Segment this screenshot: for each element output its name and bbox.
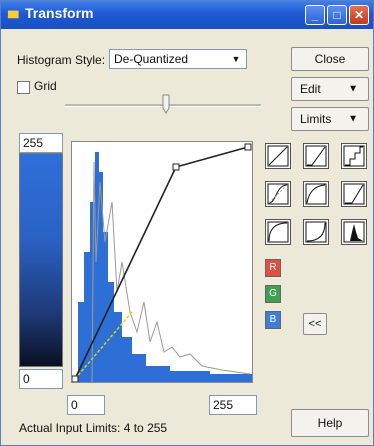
- curve-point-mid[interactable]: [172, 163, 180, 171]
- grid-label: Grid: [34, 79, 57, 93]
- close-button-label: Close: [314, 52, 346, 66]
- app-icon: ▮▮▮: [7, 9, 19, 20]
- collapse-label: <<: [308, 318, 322, 330]
- histogram-style-select[interactable]: De-Quantized ▼: [109, 49, 247, 69]
- curve-point-start[interactable]: [71, 375, 79, 383]
- grid-checkbox[interactable]: [17, 81, 30, 94]
- close-icon: ✕: [353, 8, 365, 22]
- steep-curve-icon: [305, 145, 327, 167]
- channel-blue-button[interactable]: B: [265, 311, 281, 329]
- output-max-value: 255: [23, 136, 44, 150]
- collapse-button[interactable]: <<: [303, 313, 327, 335]
- close-button[interactable]: Close: [291, 47, 369, 71]
- edit-menu-button[interactable]: Edit ▼: [291, 77, 369, 101]
- transform-window: ▮▮▮ Transform _ □ ✕ Histogram Style: De-…: [0, 0, 374, 446]
- curve-steep-button[interactable]: [303, 143, 329, 169]
- gamma-slider-thumb[interactable]: [162, 94, 170, 114]
- exponential-curve-icon: [305, 221, 327, 243]
- minimize-button[interactable]: _: [305, 5, 325, 25]
- curve-exp-button[interactable]: [303, 219, 329, 245]
- help-label: Help: [317, 416, 343, 430]
- histogram-icon: [343, 221, 365, 243]
- curve-offset-button[interactable]: [341, 181, 367, 207]
- curve-posterize-button[interactable]: [341, 143, 367, 169]
- histogram-style-value: De-Quantized: [114, 52, 189, 66]
- minimize-icon: _: [311, 8, 319, 22]
- gamma-curve-icon: [305, 183, 327, 205]
- offset-curve-icon: [343, 183, 365, 205]
- maximize-button[interactable]: □: [327, 5, 347, 25]
- output-min-value: 0: [23, 372, 30, 386]
- maximize-icon: □: [333, 8, 341, 22]
- close-window-button[interactable]: ✕: [349, 5, 369, 25]
- output-gradient-bar: [19, 153, 63, 367]
- curve-gamma-button[interactable]: [303, 181, 329, 207]
- sigmoid-curve-icon: [267, 183, 289, 205]
- input-min-field[interactable]: 0: [67, 395, 105, 415]
- window-title: Transform: [25, 5, 94, 21]
- staircase-curve-icon: [343, 145, 365, 167]
- log-curve-icon: [267, 221, 289, 243]
- output-min-field[interactable]: 0: [19, 369, 63, 389]
- histogram-bars: [78, 152, 252, 382]
- histogram-style-label: Histogram Style:: [17, 53, 106, 67]
- channel-red-label: R: [269, 262, 277, 273]
- dropdown-arrow-icon: ▼: [348, 83, 358, 95]
- channel-green-label: G: [269, 288, 277, 299]
- linear-curve-icon: [267, 145, 289, 167]
- curve-graph[interactable]: [71, 141, 253, 383]
- input-max-value: 255: [213, 398, 234, 412]
- channel-green-button[interactable]: G: [265, 285, 281, 303]
- output-max-field[interactable]: 255: [19, 133, 63, 153]
- limits-menu-button[interactable]: Limits ▼: [291, 107, 369, 131]
- curve-sigmoid-button[interactable]: [265, 181, 291, 207]
- curve-linear-button[interactable]: [265, 143, 291, 169]
- curve-point-end[interactable]: [244, 143, 252, 151]
- status-text: Actual Input Limits: 4 to 255: [19, 421, 168, 435]
- help-button[interactable]: Help: [291, 409, 369, 437]
- channel-red-button[interactable]: R: [265, 259, 281, 277]
- curve-histogram-equalize-button[interactable]: [341, 219, 367, 245]
- chevron-down-icon[interactable]: ▼: [228, 52, 244, 66]
- title-bar[interactable]: ▮▮▮ Transform _ □ ✕: [1, 1, 373, 29]
- histogram-curve-svg: [71, 143, 252, 383]
- channel-blue-label: B: [269, 314, 277, 325]
- input-max-field[interactable]: 255: [209, 395, 257, 415]
- input-min-value: 0: [71, 398, 78, 412]
- dropdown-arrow-icon: ▼: [348, 113, 358, 125]
- curve-log-button[interactable]: [265, 219, 291, 245]
